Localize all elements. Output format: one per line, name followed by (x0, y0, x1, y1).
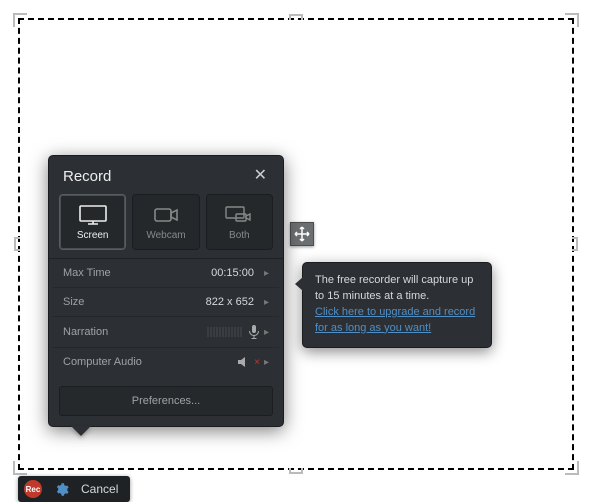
row-label: Computer Audio (63, 356, 238, 368)
panel-tail (71, 426, 91, 436)
panel-header: Record ✕ (49, 156, 283, 194)
screen-icon (78, 204, 108, 226)
mode-label: Webcam (146, 230, 185, 241)
tooltip-text: The free recorder will capture up to 15 … (315, 274, 473, 302)
resize-handle-bl[interactable] (13, 461, 27, 475)
settings-rows: Max Time 00:15:00 ▸ Size 822 x 652 ▸ Nar… (49, 258, 283, 384)
mode-screen-button[interactable]: Screen (59, 194, 126, 250)
microphone-icon (248, 325, 260, 339)
cancel-label: Cancel (81, 482, 118, 496)
resize-handle-t[interactable] (289, 14, 303, 20)
maxtime-tooltip: The free recorder will capture up to 15 … (302, 262, 492, 348)
record-circle-icon: Rec (24, 480, 42, 498)
mode-label: Both (229, 230, 250, 241)
resize-handle-r[interactable] (572, 237, 578, 251)
row-maxtime[interactable]: Max Time 00:15:00 ▸ (53, 259, 279, 288)
row-computer-audio[interactable]: Computer Audio × ▸ (53, 348, 279, 376)
panel-title: Record (63, 168, 111, 185)
gear-icon (54, 482, 69, 497)
move-icon (294, 226, 310, 242)
row-label: Size (63, 296, 206, 308)
move-handle[interactable] (290, 222, 314, 246)
resize-handle-br[interactable] (565, 461, 579, 475)
size-value: 822 x 652 (206, 296, 254, 308)
tooltip-tail (295, 277, 303, 291)
resize-handle-l[interactable] (14, 237, 20, 251)
chevron-right-icon[interactable]: ▸ (260, 268, 273, 279)
audio-meter (207, 327, 242, 337)
upgrade-link[interactable]: Click here to upgrade and record for as … (315, 306, 475, 334)
mode-both-button[interactable]: Both (206, 194, 273, 250)
record-button[interactable]: Rec (18, 476, 48, 502)
settings-button[interactable] (48, 482, 75, 497)
row-narration[interactable]: Narration ▸ (53, 317, 279, 348)
bottom-toolbar: Rec Cancel (18, 476, 130, 502)
chevron-right-icon[interactable]: ▸ (260, 327, 273, 338)
maxtime-value: 00:15:00 (211, 267, 254, 279)
chevron-right-icon[interactable]: ▸ (260, 357, 273, 368)
close-button[interactable]: ✕ (250, 166, 271, 186)
row-size[interactable]: Size 822 x 652 ▸ (53, 288, 279, 317)
speaker-muted-icon: × (238, 356, 260, 368)
both-icon (224, 204, 254, 226)
row-label: Max Time (63, 267, 211, 279)
record-panel: Record ✕ Screen Webcam Both (48, 155, 284, 427)
mode-row: Screen Webcam Both (49, 194, 283, 258)
resize-handle-tr[interactable] (565, 13, 579, 27)
webcam-icon (151, 204, 181, 226)
resize-handle-b[interactable] (289, 468, 303, 474)
mode-label: Screen (77, 230, 109, 241)
mode-webcam-button[interactable]: Webcam (132, 194, 199, 250)
preferences-button[interactable]: Preferences... (59, 386, 273, 416)
resize-handle-tl[interactable] (13, 13, 27, 27)
rec-label: Rec (26, 485, 41, 494)
cancel-button[interactable]: Cancel (75, 482, 124, 496)
chevron-right-icon[interactable]: ▸ (260, 297, 273, 308)
row-label: Narration (63, 326, 207, 338)
preferences-label: Preferences... (132, 395, 200, 407)
